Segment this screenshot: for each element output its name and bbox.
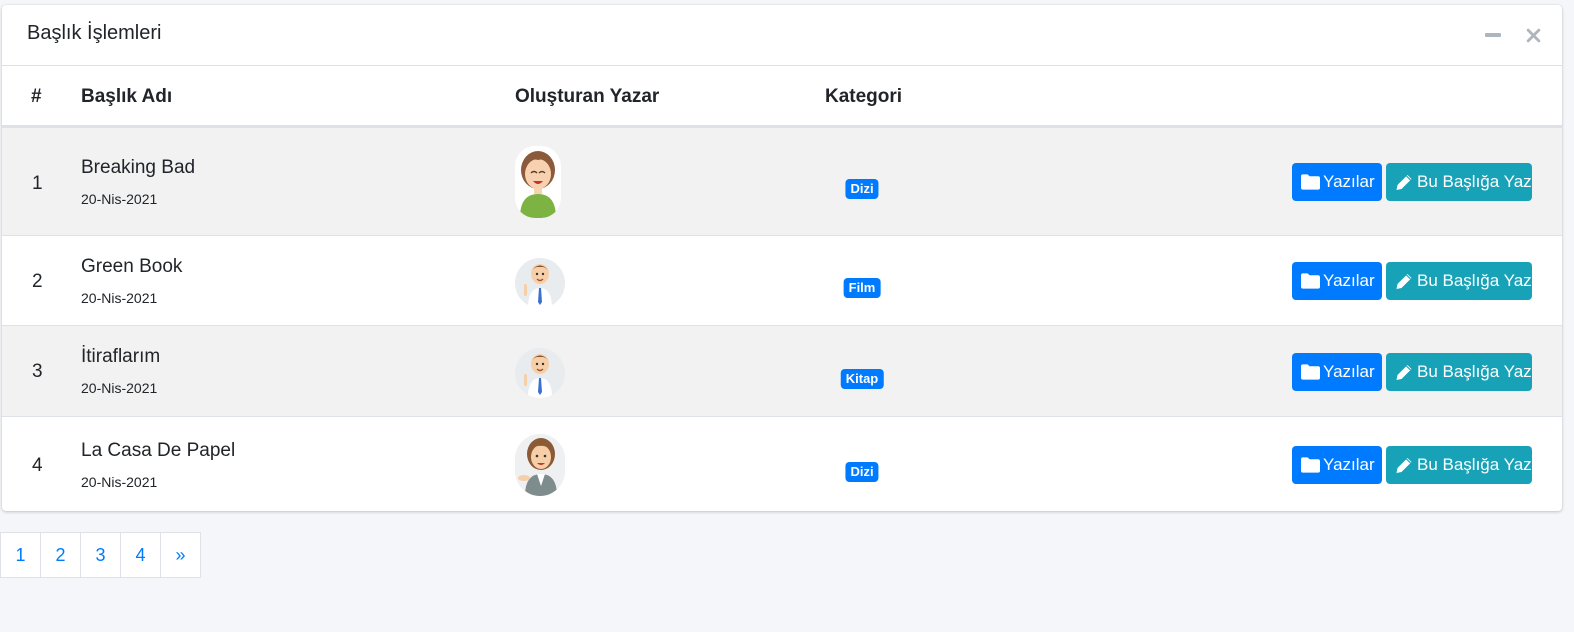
title-name: Green Book	[81, 256, 183, 277]
row-number: 4	[32, 455, 43, 476]
title-date: 20-Nis-2021	[81, 191, 158, 207]
table-row: 1 Breaking Bad 20-Nis-2021 Dizi Yazılar …	[2, 127, 1562, 235]
category-badge: Dizi	[845, 462, 879, 482]
close-button[interactable]	[1523, 25, 1543, 45]
table-row: 3 İtiraflarım 20-Nis-2021 Kitap Yazılar …	[2, 325, 1562, 416]
pagination: 1 2 3 4 »	[0, 532, 201, 578]
posts-button[interactable]: Yazılar	[1292, 262, 1382, 300]
table-header: # Başlık Adı Oluşturan Yazar Kategori	[2, 66, 1562, 127]
posts-button-label: Yazılar	[1323, 271, 1375, 290]
title-name: İtiraflarım	[81, 346, 161, 367]
page-link-4[interactable]: 4	[120, 532, 161, 578]
page-link-3[interactable]: 3	[80, 532, 121, 578]
row-number: 1	[32, 173, 43, 194]
title-date: 20-Nis-2021	[81, 290, 158, 306]
row-number: 3	[32, 361, 43, 382]
table-row: 2 Green Book 20-Nis-2021 Film Yazılar Bu…	[2, 235, 1562, 325]
page-link-2[interactable]: 2	[40, 532, 81, 578]
page-link-1[interactable]: 1	[0, 532, 41, 578]
title-management-card: Başlık İşlemleri # Başlık Adı Oluşturan …	[2, 5, 1562, 511]
minimize-button[interactable]	[1483, 25, 1503, 45]
row-number: 2	[32, 271, 43, 292]
pencil-icon	[1396, 175, 1412, 190]
header-title: Başlık Adı	[81, 86, 173, 107]
header-category: Kategori	[825, 86, 903, 107]
folder-icon	[1301, 174, 1320, 190]
author-avatar[interactable]	[515, 434, 565, 496]
folder-icon	[1301, 364, 1320, 380]
author-avatar[interactable]	[515, 348, 565, 398]
table-row: 4 La Casa De Papel 20-Nis-2021 Dizi Yazı…	[2, 416, 1562, 511]
write-button-label: Bu Başlığa Yaz	[1417, 362, 1532, 381]
write-button-label: Bu Başlığa Yaz	[1417, 172, 1532, 191]
posts-button-label: Yazılar	[1323, 455, 1375, 474]
header-number: #	[31, 86, 42, 107]
woman-green-shirt-avatar	[520, 151, 556, 218]
author-avatar[interactable]	[515, 146, 561, 218]
category-badge: Kitap	[840, 369, 884, 389]
posts-button[interactable]: Yazılar	[1292, 446, 1382, 484]
pencil-icon	[1396, 365, 1412, 380]
posts-button-label: Yazılar	[1323, 172, 1375, 191]
man-tie-pointing-avatar	[515, 258, 565, 308]
write-to-title-button[interactable]: Bu Başlığa Yaz	[1386, 163, 1532, 201]
folder-icon	[1301, 457, 1320, 473]
folder-icon	[1301, 273, 1320, 289]
card-title: Başlık İşlemleri	[27, 22, 162, 44]
pencil-icon	[1396, 458, 1412, 473]
times-icon	[1526, 28, 1540, 42]
write-to-title-button[interactable]: Bu Başlığa Yaz	[1386, 262, 1532, 300]
pencil-icon	[1396, 274, 1412, 289]
write-to-title-button[interactable]: Bu Başlığa Yaz	[1386, 353, 1532, 391]
author-avatar[interactable]	[515, 258, 565, 308]
woman-suit-avatar	[515, 434, 565, 496]
next-page-link[interactable]: »	[160, 532, 201, 578]
write-to-title-button[interactable]: Bu Başlığa Yaz	[1386, 446, 1532, 484]
minus-icon	[1485, 33, 1501, 37]
write-button-label: Bu Başlığa Yaz	[1417, 455, 1532, 474]
title-name: La Casa De Papel	[81, 440, 236, 461]
category-badge: Dizi	[845, 179, 879, 199]
category-badge: Film	[843, 278, 881, 298]
posts-button-label: Yazılar	[1323, 362, 1375, 381]
card-header: Başlık İşlemleri	[2, 5, 1562, 66]
title-date: 20-Nis-2021	[81, 474, 158, 490]
title-date: 20-Nis-2021	[81, 380, 158, 396]
posts-button[interactable]: Yazılar	[1292, 353, 1382, 391]
man-tie-pointing-avatar	[515, 348, 565, 398]
header-author: Oluşturan Yazar	[515, 86, 660, 107]
title-name: Breaking Bad	[81, 157, 196, 178]
posts-button[interactable]: Yazılar	[1292, 163, 1382, 201]
write-button-label: Bu Başlığa Yaz	[1417, 271, 1532, 290]
